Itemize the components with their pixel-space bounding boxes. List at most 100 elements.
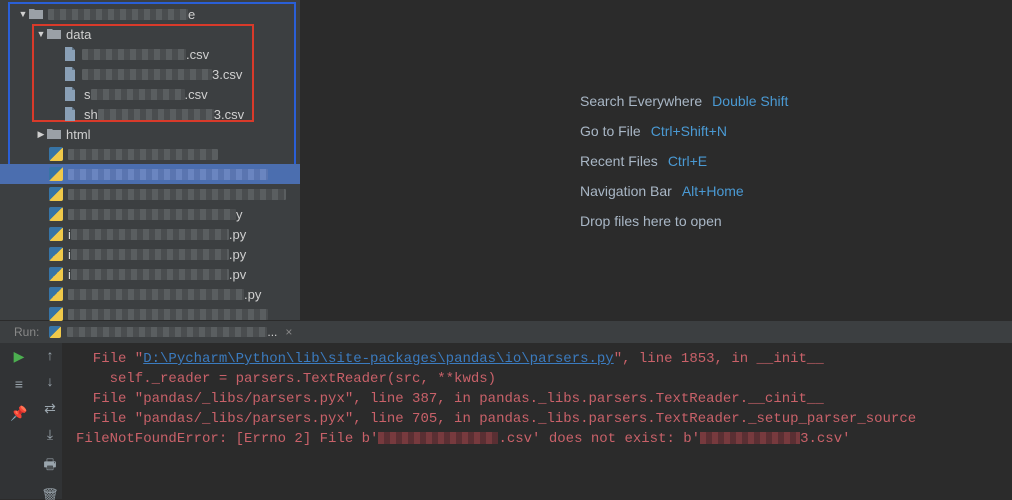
folder-icon	[46, 26, 62, 42]
trash-icon[interactable]: 🗑	[41, 488, 59, 500]
obscured-text	[68, 189, 286, 200]
python-file-icon	[48, 306, 64, 322]
python-file-icon	[48, 266, 64, 282]
python-file-icon	[48, 286, 64, 302]
obscured-text	[68, 289, 244, 300]
obscured-text	[68, 169, 268, 180]
traceback-line: File "D:\Pycharm\Python\lib\site-package…	[76, 349, 1012, 369]
hint-label: Recent Files	[580, 153, 658, 169]
file-icon	[62, 106, 78, 122]
close-icon[interactable]: ×	[285, 325, 292, 339]
hint-shortcut: Double Shift	[712, 93, 788, 109]
folder-icon	[46, 126, 62, 142]
tree-label: data	[66, 27, 91, 42]
traceback-line: FileNotFoundError: [Errno 2] File b'.csv…	[76, 429, 1012, 449]
hint-label: Navigation Bar	[580, 183, 672, 199]
python-file-icon	[48, 186, 64, 202]
folder-icon	[28, 6, 44, 22]
wrap-icon[interactable]: ⇄	[44, 401, 56, 418]
print-icon[interactable]: 🖶	[43, 454, 56, 478]
tree-row-py9[interactable]	[0, 304, 300, 324]
tree-row-py6[interactable]: i .py	[0, 244, 300, 264]
run-icon[interactable]: ▶	[14, 349, 25, 366]
tree-row-data-folder[interactable]: ▼ data	[0, 24, 300, 44]
run-gutter-secondary: ↑ ↓ ⇄ ⤓ 🖶 🗑	[38, 343, 62, 499]
run-label: Run:	[14, 325, 39, 339]
run-gutter-left: ▶ ≡ 📌	[0, 343, 38, 499]
hint-shortcut: Ctrl+E	[668, 153, 707, 169]
python-file-icon	[48, 226, 64, 242]
obscured-text	[82, 49, 186, 60]
structure-icon[interactable]: ≡	[15, 378, 23, 394]
tree-row-csv4[interactable]: sh 3.csv	[0, 104, 300, 124]
python-file-icon	[48, 146, 64, 162]
hint-shortcut: Ctrl+Shift+N	[651, 123, 727, 139]
hint-search-everywhere: Search Everywhere Double Shift	[580, 86, 1012, 116]
tree-row-py3[interactable]	[0, 184, 300, 204]
traceback-line: self._reader = parsers.TextReader(src, *…	[76, 369, 1012, 389]
hint-drop-files: Drop files here to open	[580, 206, 1012, 236]
arrow-up-icon[interactable]: ↑	[46, 349, 54, 365]
python-file-icon	[48, 206, 64, 222]
obscured-text	[68, 309, 268, 320]
tree-label: .csv	[186, 47, 209, 62]
tree-row-py8[interactable]: .py	[0, 284, 300, 304]
obscured-text	[68, 149, 218, 160]
hint-label: Drop files here to open	[580, 213, 722, 229]
tree-row-py7[interactable]: i .pv	[0, 264, 300, 284]
file-link[interactable]: D:\Pycharm\Python\lib\site-packages\pand…	[143, 351, 613, 367]
obscured-text	[98, 109, 214, 120]
editor-empty-state: Search Everywhere Double Shift Go to Fil…	[300, 0, 1012, 320]
tree-row-py5[interactable]: i .py	[0, 224, 300, 244]
tree-row-py1[interactable]	[0, 144, 300, 164]
project-tree: ▼ e ▼ data	[0, 0, 300, 320]
run-tab-label: ...	[267, 325, 277, 339]
traceback-line: File "pandas/_libs/parsers.pyx", line 70…	[76, 409, 1012, 429]
obscured-text	[71, 229, 229, 240]
obscured-text	[700, 432, 800, 444]
hint-label: Search Everywhere	[580, 93, 702, 109]
tree-row-csv3[interactable]: s .csv	[0, 84, 300, 104]
tree-row-csv1[interactable]: .csv	[0, 44, 300, 64]
python-file-icon	[49, 326, 61, 338]
traceback-line: File "pandas/_libs/parsers.pyx", line 38…	[76, 389, 1012, 409]
file-icon	[62, 86, 78, 102]
chevron-right-icon[interactable]: ▶	[36, 129, 46, 140]
tree-label: .py	[244, 287, 261, 302]
tree-label: y	[236, 207, 243, 222]
obscured-text	[91, 89, 185, 100]
tree-row-csv2[interactable]: 3.csv	[0, 64, 300, 84]
tree-label: .pv	[229, 267, 246, 282]
hint-go-to-file: Go to File Ctrl+Shift+N	[580, 116, 1012, 146]
pin-icon[interactable]: 📌	[10, 406, 27, 423]
tree-label: .py	[229, 227, 246, 242]
tree-label: html	[66, 127, 91, 142]
file-icon	[62, 66, 78, 82]
hint-recent-files: Recent Files Ctrl+E	[580, 146, 1012, 176]
tree-row-html-folder[interactable]: ▶ html	[0, 124, 300, 144]
console-output[interactable]: File "D:\Pycharm\Python\lib\site-package…	[62, 343, 1012, 499]
tree-row-selected[interactable]	[0, 164, 300, 184]
obscured-text	[68, 209, 236, 220]
run-console: ▶ ≡ 📌 ↑ ↓ ⇄ ⤓ 🖶 🗑 File "D:\Pycharm\Pytho…	[0, 343, 1012, 499]
obscured-text	[378, 432, 498, 444]
python-file-icon	[48, 166, 64, 182]
tree-row-root[interactable]: ▼ e	[0, 4, 300, 24]
tree-label: 3.csv	[212, 67, 242, 82]
obscured-text	[82, 69, 212, 80]
tree-label: 3.csv	[214, 107, 244, 122]
tree-label: .csv	[185, 87, 208, 102]
chevron-down-icon[interactable]: ▼	[36, 29, 46, 39]
arrow-down-icon[interactable]: ↓	[46, 375, 54, 391]
tree-label: e	[188, 7, 195, 22]
python-file-icon	[48, 246, 64, 262]
obscured-text	[48, 9, 188, 20]
hint-shortcut: Alt+Home	[682, 183, 744, 199]
tree-row-py4[interactable]: y	[0, 204, 300, 224]
scroll-to-end-icon[interactable]: ⤓	[47, 428, 53, 444]
chevron-down-icon[interactable]: ▼	[18, 9, 28, 19]
obscured-text	[71, 269, 229, 280]
hint-label: Go to File	[580, 123, 641, 139]
tree-label: .py	[229, 247, 246, 262]
file-icon	[62, 46, 78, 62]
